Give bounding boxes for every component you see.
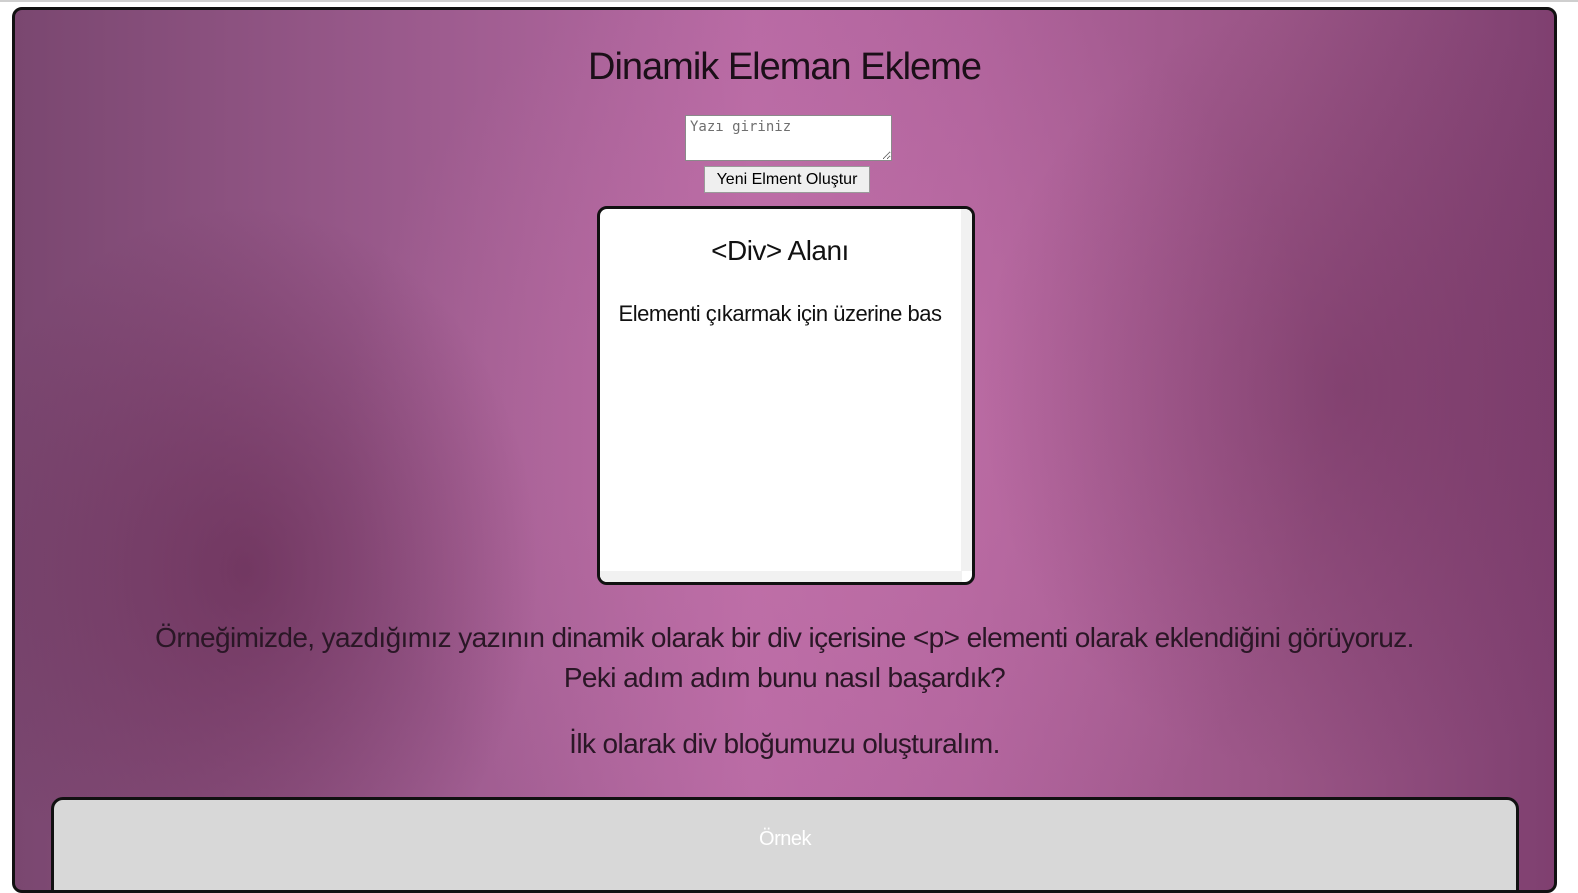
div-area-title: <Div> Alanı <box>711 235 849 266</box>
div-area-hint[interactable]: Elementi çıkarmak için üzerine bas <box>600 301 960 327</box>
description: Örneğimizde, yazdığımız yazının dinamik … <box>15 618 1554 698</box>
text-input[interactable] <box>685 115 892 161</box>
example-label: Örnek <box>759 828 811 850</box>
description-line-2: Peki adım adım bunu nasıl başardık? <box>563 662 1006 693</box>
first-step-text: İlk olarak div bloğumuzu oluşturalım. <box>569 728 1000 759</box>
div-area[interactable]: <Div> Alanı Elementi çıkarmak için üzeri… <box>597 206 975 585</box>
page-title: Dinamik Eleman Ekleme <box>588 46 982 88</box>
page-frame: Dinamik Eleman Ekleme Yeni Elment Oluştu… <box>12 7 1557 893</box>
vertical-scrollbar[interactable] <box>961 209 972 571</box>
top-divider <box>0 0 1578 2</box>
horizontal-scrollbar[interactable] <box>600 571 962 582</box>
create-element-button[interactable]: Yeni Elment Oluştur <box>704 166 870 193</box>
example-box: Örnek <box>51 797 1519 890</box>
description-line-1: Örneğimizde, yazdığımız yazının dinamik … <box>155 622 1414 653</box>
